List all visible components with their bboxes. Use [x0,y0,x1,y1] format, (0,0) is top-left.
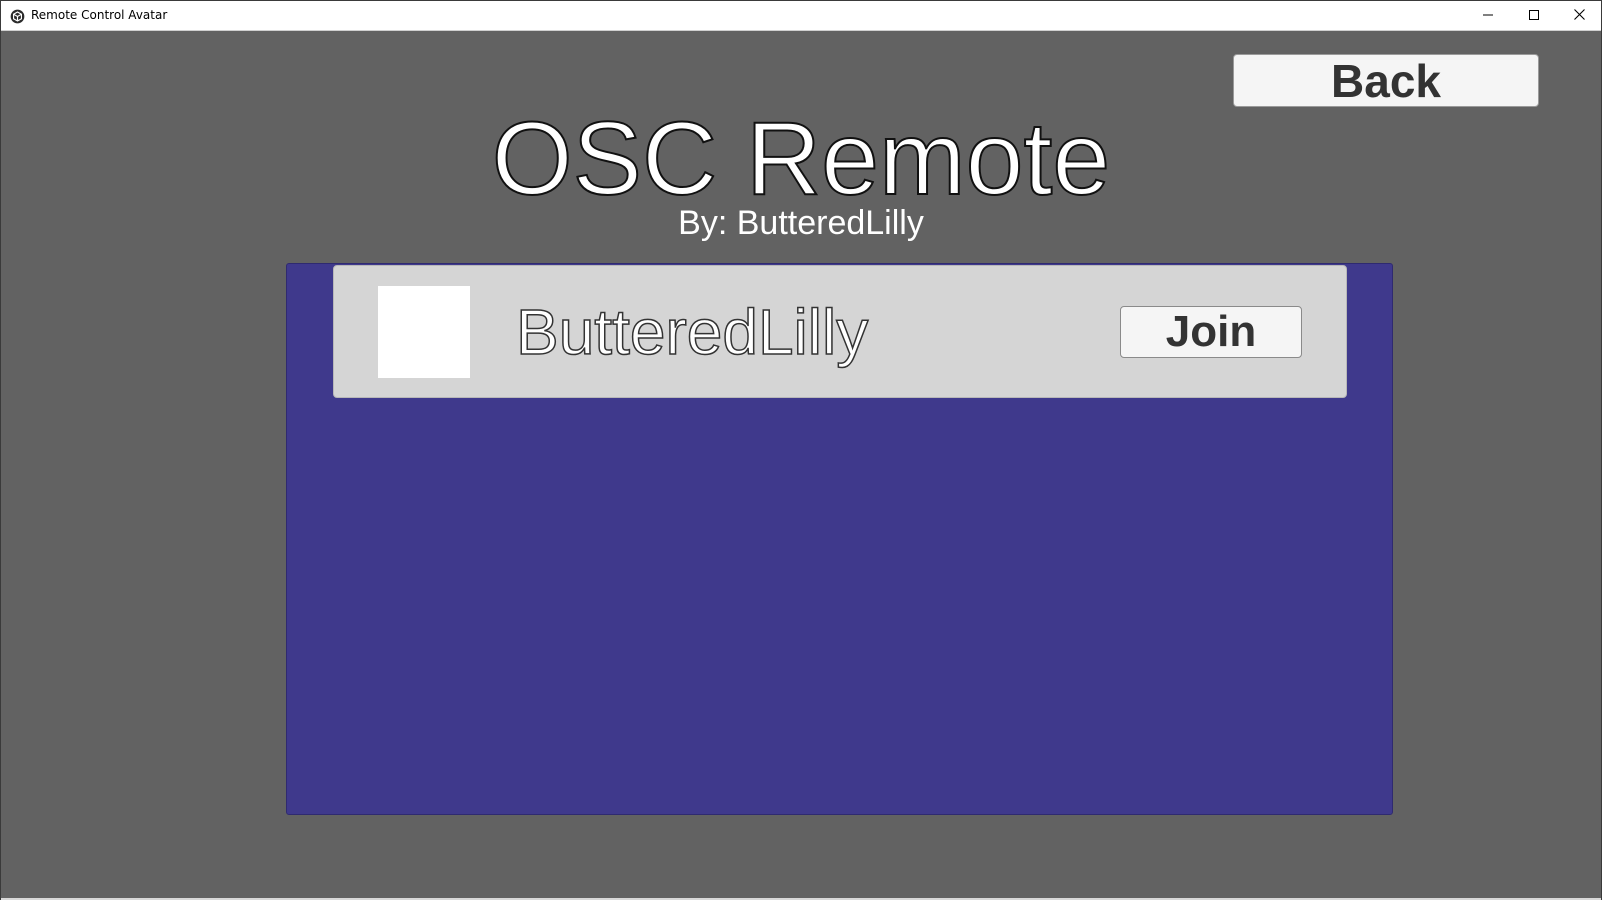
title-bar[interactable]: Remote Control Avatar [1,1,1601,31]
maximize-button[interactable] [1511,1,1557,30]
host-name: ButteredLilly [515,296,869,368]
app-window: Remote Control Avatar Back OSC Remote By… [0,0,1602,900]
minimize-button[interactable] [1465,1,1511,30]
back-button[interactable]: Back [1233,54,1539,107]
page-title: OSC Remote [491,101,1111,217]
author-subtitle: By: ButteredLilly [678,204,924,242]
join-button[interactable]: Join [1120,306,1302,358]
minimize-icon [1483,7,1493,25]
close-icon [1573,7,1585,25]
maximize-icon [1529,7,1539,25]
window-title: Remote Control Avatar [31,8,168,22]
session-list-item: ButteredLilly Join [333,265,1347,398]
unity-cube-icon [10,9,25,24]
close-button[interactable] [1556,1,1602,30]
host-avatar [378,286,470,378]
